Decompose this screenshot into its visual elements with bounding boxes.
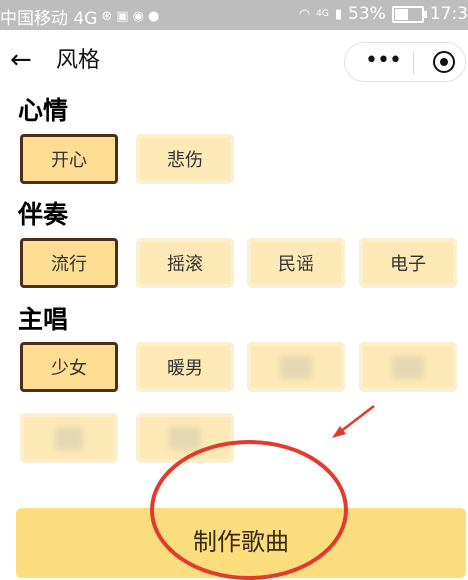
accompaniment-option-folk[interactable]: 民谣	[247, 238, 345, 288]
arrow-head	[332, 426, 346, 438]
vocal-section-title: 主唱	[18, 305, 69, 334]
app-icon: ●	[147, 9, 160, 24]
blurred-label	[168, 426, 202, 450]
mood-option-sad[interactable]: 悲伤	[136, 134, 234, 184]
mood-section-title: 心情	[18, 96, 69, 125]
chip-label: 电子	[390, 254, 426, 275]
page-title: 风格	[56, 48, 101, 73]
vocal-option-blurred[interactable]	[247, 342, 345, 392]
vocal-option-warm-man[interactable]: 暖男	[136, 342, 234, 392]
blurred-label	[279, 355, 313, 379]
chip-label: 少女	[51, 358, 87, 379]
navigation-bar: ← 风格 •••	[0, 30, 468, 92]
signal-icon: ▮	[334, 6, 343, 22]
mood-option-happy[interactable]: 开心	[20, 134, 118, 184]
more-options-icon[interactable]: •••	[365, 46, 402, 76]
image-icon: ▣	[116, 9, 129, 24]
battery-icon	[391, 5, 427, 23]
battery-percent: 53%	[348, 4, 386, 24]
accompaniment-section-title: 伴奏	[18, 200, 69, 229]
accompaniment-option-pop[interactable]: 流行	[20, 238, 118, 288]
status-bar: 中国移动 4G ⊛ ▣ ◉ ● ◠ 4G ▮ 53% 17:3	[0, 0, 468, 30]
status-bar-right: ◠ 4G ▮ 53% 17:3	[299, 4, 468, 24]
capsule-divider	[413, 52, 414, 74]
close-mini-program-icon[interactable]	[433, 51, 455, 73]
blurred-label	[55, 426, 83, 450]
vocal-option-blurred[interactable]	[359, 342, 457, 392]
annotation-circle	[150, 440, 348, 580]
vocal-option-blurred[interactable]	[20, 413, 118, 463]
accompaniment-option-electronic[interactable]: 电子	[359, 238, 457, 288]
vocal-option-girl[interactable]: 少女	[20, 342, 118, 392]
sync-icon: ⊛	[101, 9, 113, 24]
blurred-label	[391, 355, 425, 379]
wifi-icon: ◠	[298, 6, 311, 22]
chip-label: 暖男	[167, 358, 203, 379]
back-arrow-icon[interactable]: ←	[10, 45, 32, 75]
chip-label: 摇滚	[167, 254, 203, 275]
status-bar-left: 中国移动 4G ⊛ ▣ ◉ ●	[0, 4, 159, 29]
notification-icon: ◉	[132, 9, 144, 24]
mini-program-capsule: •••	[344, 42, 466, 82]
arrow-shaft	[335, 405, 375, 436]
battery-fill	[394, 8, 408, 20]
chip-label: 民谣	[278, 254, 314, 275]
carrier-label: 中国移动 4G	[0, 9, 98, 29]
clock: 17:3	[429, 4, 468, 24]
network-type-label: 4G	[316, 9, 329, 19]
chip-label: 开心	[51, 150, 87, 171]
chip-label: 悲伤	[167, 150, 203, 171]
chip-label: 流行	[51, 254, 87, 275]
accompaniment-option-rock[interactable]: 摇滚	[136, 238, 234, 288]
